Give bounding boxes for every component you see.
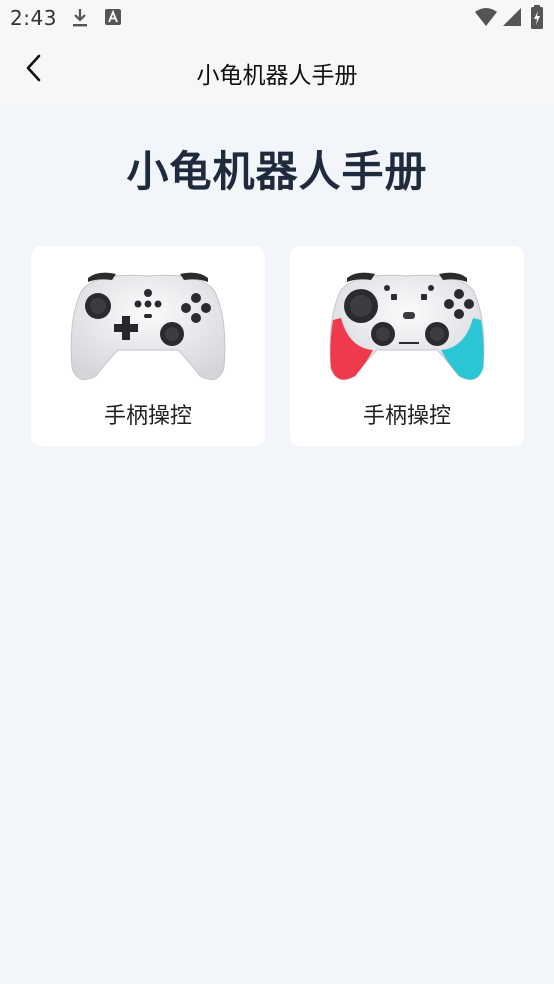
download-icon — [70, 7, 90, 33]
gamepad-card-color[interactable]: 手柄操控 — [290, 246, 524, 446]
app-bar-title: 小龟机器人手册 — [196, 63, 358, 89]
font-app-icon — [104, 7, 122, 31]
signal-icon — [502, 6, 522, 32]
wifi-icon — [474, 6, 498, 32]
white-gamepad-image — [70, 272, 226, 381]
page-heading: 小龟机器人手册 — [126, 147, 428, 196]
status-bar: 2:43 — [0, 0, 554, 36]
color-gamepad-image — [329, 272, 485, 381]
card-label: 手柄操控 — [103, 404, 192, 429]
card-label: 手柄操控 — [362, 404, 451, 429]
gamepad-card-white[interactable]: 手柄操控 — [31, 246, 265, 446]
battery-charging-icon — [530, 4, 544, 34]
status-time: 2:43 — [10, 6, 57, 30]
app-bar: 小龟机器人手册 — [0, 36, 554, 106]
